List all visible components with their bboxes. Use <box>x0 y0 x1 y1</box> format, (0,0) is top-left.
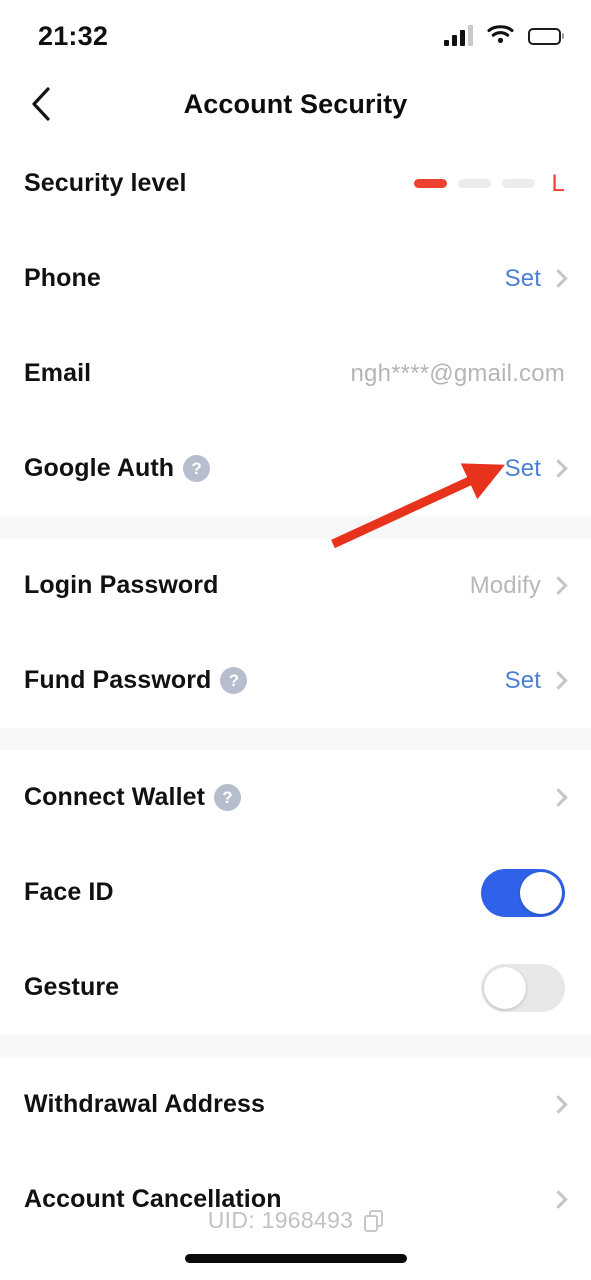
status-time: 21:32 <box>38 20 109 51</box>
row-label: Fund Password <box>24 666 212 694</box>
login-password-modify-link[interactable]: Modify <box>470 572 541 600</box>
cellular-signal-icon <box>444 25 473 46</box>
phone-set-link[interactable]: Set <box>505 265 541 293</box>
meter-segment-3 <box>502 179 536 188</box>
wifi-icon <box>487 24 514 49</box>
status-bar: 21:32 <box>0 0 591 72</box>
row-label: Gesture <box>24 973 120 1001</box>
row-label: Email <box>24 359 92 387</box>
page-title: Account Security <box>183 88 408 119</box>
row-withdrawal-address[interactable]: Withdrawal Address <box>0 1057 591 1152</box>
security-level-value: L <box>551 169 565 197</box>
copy-icon[interactable] <box>364 1209 384 1232</box>
chevron-right-icon <box>549 576 568 595</box>
section-passwords: Login Password Modify Fund Password ? Se… <box>0 538 591 728</box>
chevron-right-icon <box>549 459 568 478</box>
help-icon[interactable]: ? <box>183 455 211 482</box>
gesture-toggle[interactable] <box>481 963 565 1012</box>
row-label: Connect Wallet <box>24 783 206 811</box>
row-label: Security level <box>24 169 187 197</box>
row-phone[interactable]: Phone Set <box>0 231 591 326</box>
chevron-right-icon <box>549 1190 568 1209</box>
uid-text: UID: 1968493 <box>207 1207 354 1233</box>
section-divider <box>0 516 591 538</box>
section-account-identity: Security level L Phone Set Email ngh****… <box>0 136 591 516</box>
row-email[interactable]: Email ngh****@gmail.com <box>0 326 591 421</box>
meter-segment-1 <box>414 179 448 188</box>
chevron-right-icon <box>549 671 568 690</box>
row-login-password[interactable]: Login Password Modify <box>0 538 591 633</box>
fund-password-set-link[interactable]: Set <box>505 667 541 695</box>
row-connect-wallet[interactable]: Connect Wallet ? <box>0 750 591 845</box>
status-icons <box>444 24 561 49</box>
battery-low-icon <box>528 27 561 45</box>
row-gesture[interactable]: Gesture <box>0 940 591 1035</box>
back-button[interactable] <box>18 81 64 127</box>
row-label: Withdrawal Address <box>24 1090 265 1118</box>
row-fund-password[interactable]: Fund Password ? Set <box>0 633 591 728</box>
uid-footer: UID: 1968493 <box>0 1207 591 1234</box>
section-divider <box>0 1035 591 1057</box>
help-icon[interactable]: ? <box>220 667 248 694</box>
email-value: ngh****@gmail.com <box>350 359 565 387</box>
chevron-left-icon <box>32 87 50 121</box>
google-auth-set-link[interactable]: Set <box>505 455 541 483</box>
home-indicator <box>184 1254 407 1263</box>
row-security-level[interactable]: Security level L <box>0 136 591 231</box>
security-level-meter: L <box>414 170 565 198</box>
chevron-right-icon <box>549 788 568 807</box>
row-label: Google Auth <box>24 454 175 482</box>
face-id-toggle[interactable] <box>481 868 565 917</box>
help-icon[interactable]: ? <box>214 784 242 811</box>
navigation-bar: Account Security <box>0 72 591 136</box>
meter-segments <box>414 179 536 188</box>
chevron-right-icon <box>549 1095 568 1114</box>
row-label: Login Password <box>24 571 219 599</box>
row-label: Phone <box>24 264 101 292</box>
account-security-screen: 21:32 Account Security Security level L … <box>0 0 591 1280</box>
meter-segment-2 <box>458 179 492 188</box>
chevron-right-icon <box>549 269 568 288</box>
row-face-id[interactable]: Face ID <box>0 845 591 940</box>
section-divider <box>0 728 591 750</box>
row-google-auth[interactable]: Google Auth ? Set <box>0 421 591 516</box>
section-device-security: Connect Wallet ? Face ID Gesture <box>0 750 591 1035</box>
row-label: Face ID <box>24 878 114 906</box>
